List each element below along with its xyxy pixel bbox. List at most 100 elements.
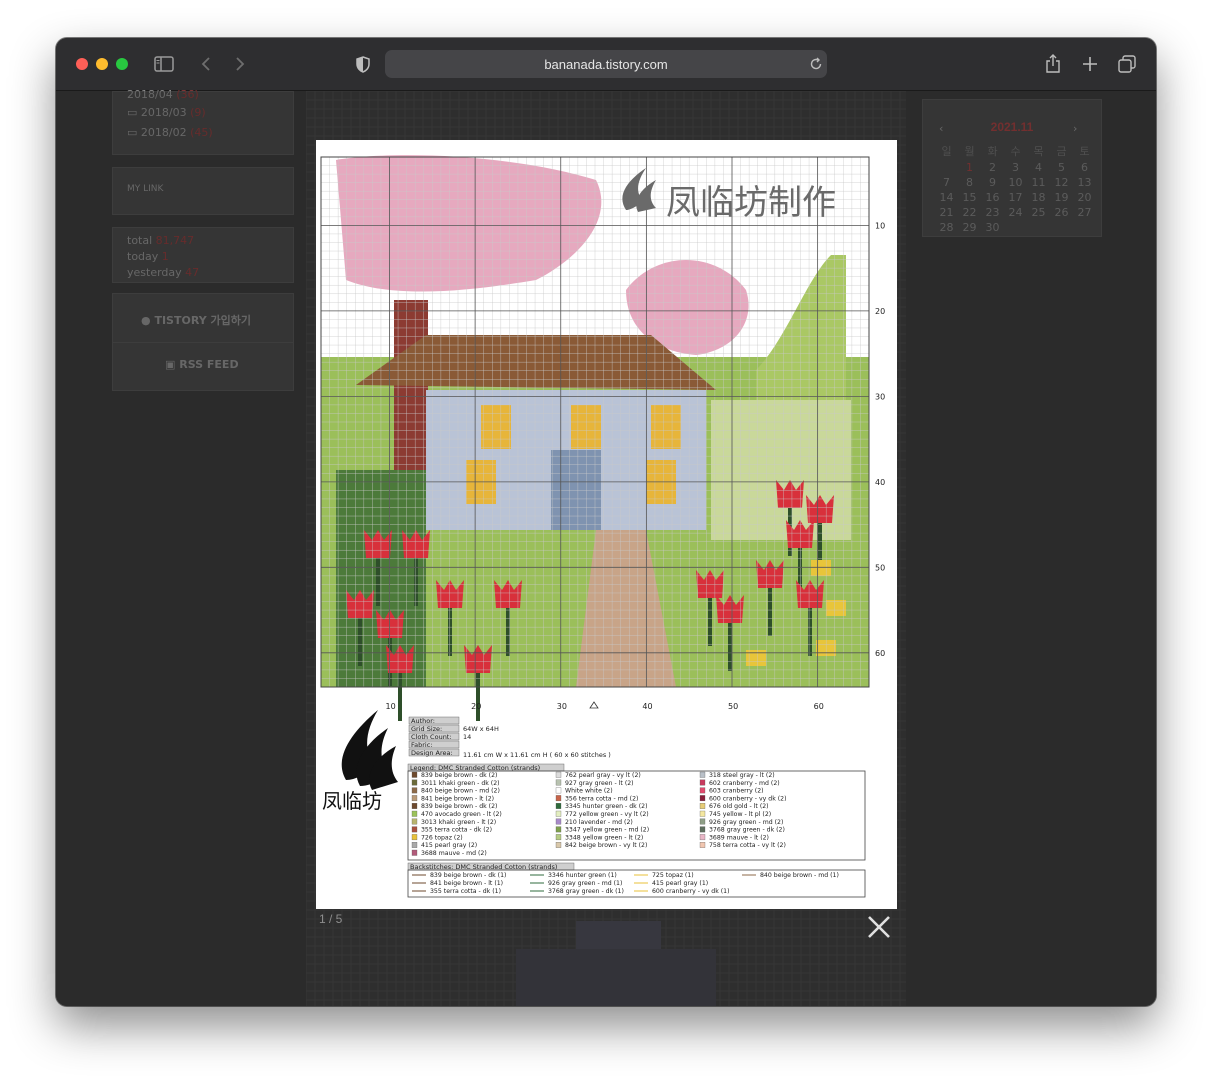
legend-entry: 842 beige brown - vy lt (2) xyxy=(565,842,647,849)
legend-entry: 3011 khaki green - dk (2) xyxy=(421,780,500,787)
backstitch-entry: 600 cranberry - vy dk (1) xyxy=(652,888,730,895)
legend-entry: 415 pearl gray (2) xyxy=(421,842,477,849)
maximize-window-button[interactable] xyxy=(116,58,128,70)
legend-swatch xyxy=(555,810,562,817)
tabs-icon[interactable] xyxy=(1116,52,1138,76)
cloth-count-value: 14 xyxy=(463,733,471,741)
row-number: 10 xyxy=(875,221,885,230)
legend-swatch xyxy=(555,779,562,786)
legend-entry: 600 cranberry - vy dk (2) xyxy=(709,795,787,802)
legend-entry: 927 gray green - lt (2) xyxy=(565,780,634,787)
column-number: 20 xyxy=(471,702,481,711)
legend-entry: 3013 khaki green - lt (2) xyxy=(421,819,496,826)
legend-swatch xyxy=(411,849,418,856)
design-area-value: 11.61 cm W x 11.61 cm H ( 60 x 60 stitch… xyxy=(463,751,611,759)
legend-swatch xyxy=(411,787,418,794)
design-area-label: Design Area: xyxy=(411,749,453,757)
legend-swatch xyxy=(555,826,562,833)
grid-size-value: 64W x 64H xyxy=(463,725,499,733)
backstitch-entry: 725 topaz (1) xyxy=(652,872,694,879)
legend-entry: 603 cranberry (2) xyxy=(709,788,764,795)
legend-entry: 839 beige brown - dk (2) xyxy=(421,803,497,810)
reload-icon[interactable] xyxy=(806,52,826,76)
backstitch-entry: 839 beige brown - dk (1) xyxy=(430,872,506,879)
back-icon[interactable] xyxy=(196,52,216,76)
backstitch-entry: 840 beige brown - md (1) xyxy=(760,872,839,879)
legend-entry: 318 steel gray - lt (2) xyxy=(709,772,775,779)
legend-swatch xyxy=(555,803,562,809)
legend-swatch xyxy=(411,810,418,817)
legend-entry: 3688 mauve - md (2) xyxy=(421,850,487,857)
tulip-stem xyxy=(728,621,732,671)
column-number: 10 xyxy=(386,702,396,711)
legend-entry: 726 topaz (2) xyxy=(421,834,463,841)
backstitch-entry: 3768 gray green - dk (1) xyxy=(548,888,624,895)
legend-swatch xyxy=(699,818,706,825)
legend-swatch xyxy=(699,787,706,794)
fabric-label: Fabric: xyxy=(411,741,433,749)
legend-swatch xyxy=(555,795,562,802)
new-tab-icon[interactable] xyxy=(1079,52,1101,76)
backstitch-entry: 415 pearl gray (1) xyxy=(652,880,708,887)
column-number: 40 xyxy=(642,702,652,711)
legend-entry: 676 old gold - lt (2) xyxy=(709,803,769,810)
legend-swatch xyxy=(699,810,706,817)
legend-entry: 3348 yellow green - lt (2) xyxy=(565,834,643,841)
legend-swatch xyxy=(699,842,706,848)
legend-swatch xyxy=(555,842,562,848)
share-icon[interactable] xyxy=(1042,52,1064,76)
column-number: 30 xyxy=(557,702,567,711)
legend-swatch xyxy=(699,795,706,802)
house-window xyxy=(571,405,601,449)
forward-icon[interactable] xyxy=(230,52,250,76)
legend-entry: 602 cranberry - md (2) xyxy=(709,780,780,787)
legend-entry: 355 terra cotta - dk (2) xyxy=(421,827,492,834)
legend-entry: 758 terra cotta - vy lt (2) xyxy=(709,842,786,849)
row-number: 60 xyxy=(875,649,885,658)
yellow-flower xyxy=(811,560,831,576)
legend-entry: 3347 yellow green - md (2) xyxy=(565,827,649,834)
row-number: 40 xyxy=(875,478,885,487)
legend-swatch xyxy=(699,826,706,833)
tulip-stem xyxy=(808,606,812,656)
legend-entry: 926 gray green - md (2) xyxy=(709,819,783,826)
legend-entry: 3689 mauve - lt (2) xyxy=(709,834,769,841)
close-icon xyxy=(868,916,890,938)
tulip-stem xyxy=(708,596,712,646)
brand-logo-text: 凤临坊 xyxy=(322,789,382,813)
legend-entry: 470 avocado green - lt (2) xyxy=(421,811,502,818)
legend-entry: 356 terra cotta - md (2) xyxy=(565,795,638,802)
column-number: 50 xyxy=(728,702,738,711)
sidebar-icon[interactable] xyxy=(152,52,176,76)
author-label: Author: xyxy=(411,717,435,725)
close-lightbox-button[interactable] xyxy=(864,912,894,942)
legend-swatch xyxy=(411,779,418,786)
address-bar[interactable]: bananada.tistory.com xyxy=(385,50,827,78)
backstitch-entry: 841 beige brown - lt (1) xyxy=(430,880,503,887)
url-text: bananada.tistory.com xyxy=(544,56,668,72)
backstitch-entry: 926 gray green - md (1) xyxy=(548,880,622,887)
browser-window: bananada.tistory.com 2018/04 (36) ▭ 2018… xyxy=(56,38,1156,1006)
legend-entry: 3768 gray green - dk (2) xyxy=(709,827,785,834)
cross-stitch-pattern: 凤临坊制作 10 20 30 40 50 60 10 20 30 40 50 60 凤临坊 Auth… xyxy=(316,140,897,909)
legend-swatch xyxy=(411,771,418,778)
tulip-stem xyxy=(768,586,772,636)
legend-swatch xyxy=(555,787,562,794)
legend-swatch xyxy=(411,818,418,825)
house-window xyxy=(481,405,511,449)
close-window-button[interactable] xyxy=(76,58,88,70)
row-number: 50 xyxy=(875,563,885,572)
minimize-window-button[interactable] xyxy=(96,58,108,70)
house-door xyxy=(551,450,601,530)
legend-entry: 210 lavender - md (2) xyxy=(565,819,633,826)
row-number: 20 xyxy=(875,307,885,316)
backstitch-entry: 3346 hunter green (1) xyxy=(548,872,617,879)
legend-swatch xyxy=(411,826,418,833)
shield-icon[interactable] xyxy=(353,52,373,76)
legend-entry: 762 pearl gray - vy lt (2) xyxy=(565,772,641,779)
legend-swatch xyxy=(699,779,706,786)
legend-swatch xyxy=(555,834,562,841)
backstitch-entry: 355 terra cotta - dk (1) xyxy=(430,888,501,895)
legend-swatch xyxy=(699,803,706,809)
legend-swatch xyxy=(699,834,706,841)
